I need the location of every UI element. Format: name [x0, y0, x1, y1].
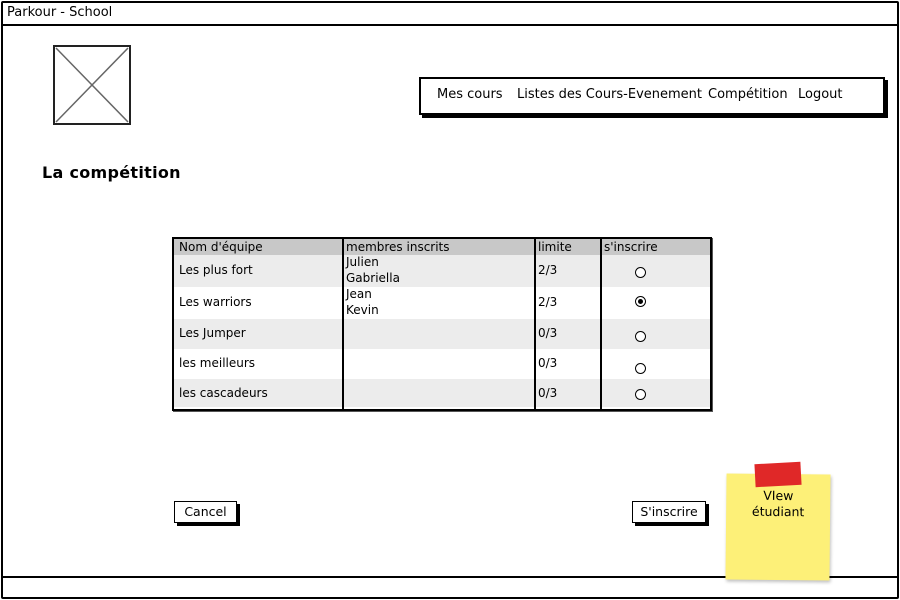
nav-item-logout[interactable]: Logout [798, 87, 843, 102]
team-name: les cascadeurs [179, 386, 268, 400]
table-row: Les Jumper 0/3 [174, 319, 710, 349]
team-name: Les plus fort [179, 263, 253, 277]
column-header-limit: limite [538, 240, 572, 254]
member-name: Julien [346, 255, 379, 269]
subscribe-radio[interactable] [635, 267, 646, 278]
competition-table: Nom d'équipe membres inscrits limite s'i… [172, 237, 712, 411]
team-limit: 2/3 [538, 263, 558, 277]
title-bar: Parkour - School [3, 3, 897, 26]
sticky-note-text: VIew étudiant [751, 487, 805, 520]
column-header-members: membres inscrits [346, 240, 450, 254]
sticky-tape [754, 461, 802, 488]
member-name: Jean [346, 287, 372, 301]
subscribe-button[interactable]: S'inscrire [632, 501, 706, 523]
member-name: Kevin [346, 303, 379, 317]
subscribe-radio[interactable] [635, 331, 646, 342]
team-limit: 0/3 [538, 386, 558, 400]
main-navigation: Mes cours Listes des Cours-Evenement Com… [419, 77, 885, 115]
nav-item-mes-cours[interactable]: Mes cours [437, 87, 503, 102]
nav-item-competition[interactable]: Compétition [708, 87, 788, 102]
column-header-subscribe: s'inscrire [604, 240, 658, 254]
sticky-note: VIew étudiant [725, 473, 831, 581]
window-title: Parkour - School [7, 5, 113, 20]
table-row: les cascadeurs 0/3 [174, 379, 710, 407]
logo-image-placeholder [53, 45, 131, 125]
team-limit: 0/3 [538, 326, 558, 340]
team-limit: 0/3 [538, 356, 558, 370]
column-divider [600, 239, 602, 409]
team-name: les meilleurs [179, 356, 256, 370]
cancel-button[interactable]: Cancel [174, 501, 237, 523]
column-divider [342, 239, 344, 409]
column-divider [534, 239, 536, 409]
image-placeholder-icon [55, 47, 129, 123]
subscribe-radio-selected[interactable] [635, 296, 646, 307]
subscribe-radio[interactable] [635, 363, 646, 374]
table-header: Nom d'équipe membres inscrits limite s'i… [174, 239, 710, 255]
member-name: Gabriella [346, 271, 400, 285]
page-title: La compétition [42, 163, 181, 182]
team-name: Les warriors [179, 295, 252, 309]
column-header-team: Nom d'équipe [179, 240, 263, 254]
table-row: Les plus fort Julien Gabriella 2/3 [174, 255, 710, 287]
team-name: Les Jumper [179, 326, 246, 340]
team-limit: 2/3 [538, 295, 558, 309]
table-row: Les warriors Jean Kevin 2/3 [174, 287, 710, 319]
nav-item-listes-cours-evenement[interactable]: Listes des Cours-Evenement [517, 87, 702, 102]
table-row: les meilleurs 0/3 [174, 349, 710, 379]
subscribe-radio[interactable] [635, 389, 646, 400]
